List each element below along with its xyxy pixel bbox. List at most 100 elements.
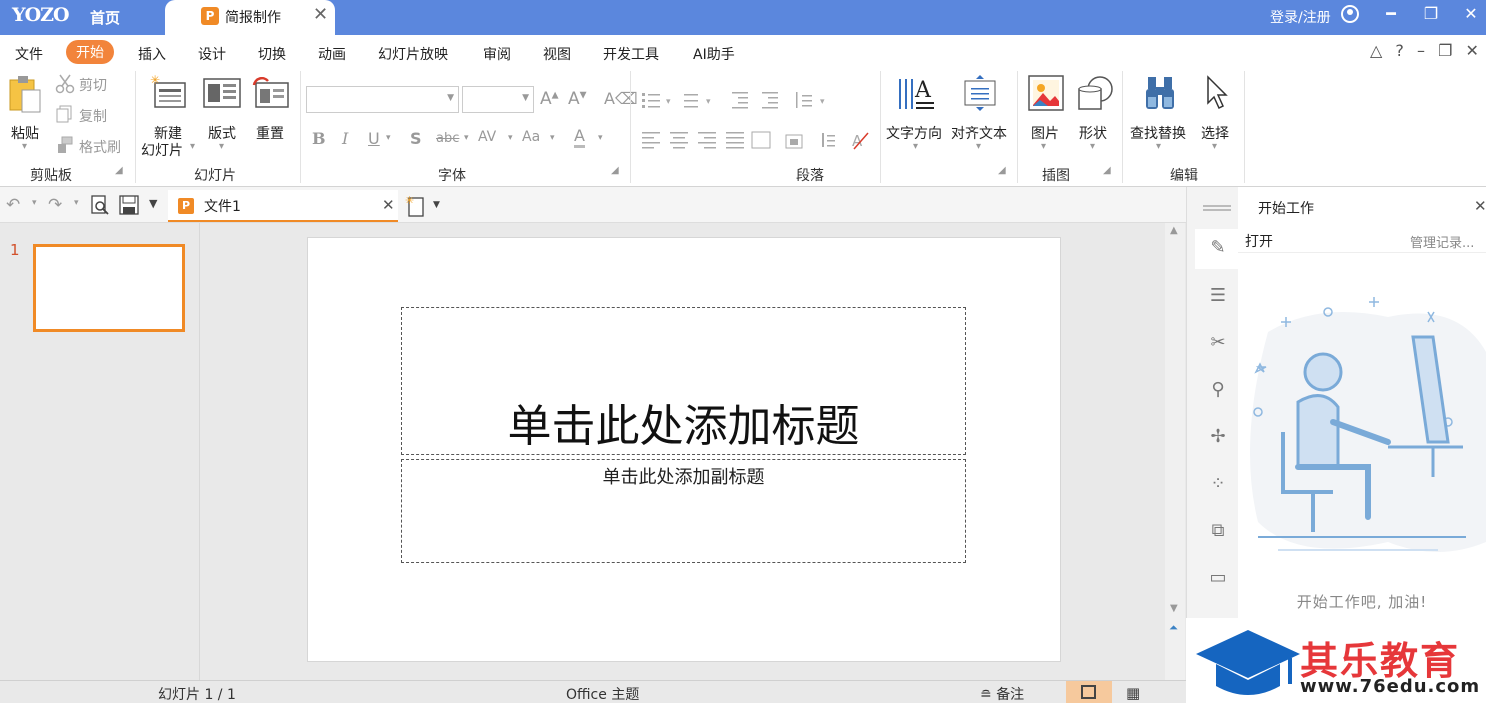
grow-font-icon[interactable]: A▲	[540, 89, 559, 109]
picture-dropdown-icon[interactable]: ▾	[1041, 141, 1046, 152]
new-document-icon[interactable]: ✳	[405, 194, 429, 218]
layout-dropdown-icon[interactable]: ▾	[219, 141, 224, 152]
chevron-down-icon[interactable]: ▾	[598, 133, 603, 143]
format-painter-icon[interactable]	[56, 136, 74, 154]
paste-icon[interactable]	[8, 74, 44, 116]
menu-home-active[interactable]: 开始	[66, 40, 114, 64]
print-preview-icon[interactable]	[90, 195, 110, 215]
layout-icon[interactable]	[203, 77, 241, 109]
format-painter-button[interactable]: 格式刷	[79, 137, 121, 157]
picture-button[interactable]: 图片	[1031, 123, 1059, 143]
collapse-ribbon-icon[interactable]: △	[1370, 41, 1382, 60]
chevron-down-icon[interactable]: ▾	[386, 133, 391, 143]
char-spacing-button[interactable]: AV	[478, 129, 496, 145]
select-cursor-icon[interactable]	[1204, 75, 1230, 111]
menu-file[interactable]: 文件	[15, 44, 43, 64]
chevron-down-icon[interactable]: ▾	[32, 198, 37, 208]
tab-close-icon[interactable]: ✕	[313, 4, 328, 25]
login-link[interactable]: 登录/注册	[1270, 7, 1331, 27]
notes-button[interactable]: ≘ 备注	[980, 684, 1024, 703]
menu-transition[interactable]: 切换	[258, 44, 286, 64]
customize-toolbar-icon[interactable]: ▼	[149, 197, 157, 210]
new-slide-dropdown-icon[interactable]: ▾	[190, 141, 195, 152]
menu-slideshow[interactable]: 幻灯片放映	[378, 44, 448, 64]
cut-icon[interactable]	[55, 74, 75, 94]
menu-developer[interactable]: 开发工具	[603, 44, 659, 64]
find-replace-button[interactable]: 查找替换	[1130, 123, 1186, 143]
select-button[interactable]: 选择	[1201, 123, 1229, 143]
align-text-icon[interactable]	[962, 75, 998, 111]
shape-button[interactable]: 形状	[1079, 123, 1107, 143]
normal-view-button[interactable]	[1066, 681, 1112, 703]
new-slide-label-2[interactable]: 幻灯片	[141, 140, 183, 160]
layout-button[interactable]: 版式	[208, 123, 236, 143]
illustration-launcher-icon[interactable]: ◢	[1103, 165, 1111, 176]
bold-button[interactable]: B	[312, 129, 326, 148]
strikethrough-button[interactable]: abc	[436, 131, 459, 146]
font-size-select[interactable]: ▼	[462, 86, 534, 113]
tools-icon[interactable]: ✂	[1207, 332, 1229, 353]
change-case-button[interactable]: Aa	[522, 129, 540, 145]
text-direction-dropdown-icon[interactable]: ▾	[913, 141, 918, 152]
chevron-down-icon[interactable]: ▼	[433, 200, 440, 210]
reset-button[interactable]: 重置	[256, 123, 284, 143]
document-tab-close-icon[interactable]: ✕	[382, 196, 395, 214]
find-replace-dropdown-icon[interactable]: ▾	[1156, 141, 1161, 152]
doc-close-icon[interactable]: ✕	[1466, 41, 1479, 60]
copy-button[interactable]: 复制	[79, 106, 107, 126]
shape-dropdown-icon[interactable]: ▾	[1090, 141, 1095, 152]
doc-minimize-icon[interactable]: –	[1417, 41, 1425, 60]
chevron-down-icon[interactable]: ▾	[464, 133, 469, 143]
crop-icon[interactable]: ⧉	[1207, 520, 1229, 541]
task-pane-close-icon[interactable]: ✕	[1474, 197, 1486, 215]
slide-thumbnail[interactable]	[33, 244, 185, 332]
chevron-down-icon[interactable]: ▾	[508, 133, 513, 143]
drag-handle[interactable]	[1203, 209, 1231, 211]
binoculars-icon[interactable]	[1142, 75, 1178, 111]
chevron-down-icon[interactable]: ▾	[550, 133, 555, 143]
help-icon[interactable]: ?	[1395, 41, 1404, 60]
menu-insert[interactable]: 插入	[138, 44, 166, 64]
underline-button[interactable]: U	[368, 129, 380, 148]
menu-design[interactable]: 设计	[198, 44, 226, 64]
tab-presentation[interactable]: P 简报制作 ✕	[165, 0, 335, 35]
menu-animation[interactable]: 动画	[318, 44, 346, 64]
menu-ai-assistant[interactable]: AI助手	[693, 44, 735, 64]
align-text-dropdown-icon[interactable]: ▾	[976, 141, 981, 152]
close-window-button[interactable]: ✕	[1460, 4, 1482, 23]
clipboard-launcher-icon[interactable]: ◢	[115, 165, 123, 176]
paste-button[interactable]: 粘贴	[11, 123, 39, 143]
shape-icon[interactable]	[1076, 75, 1114, 111]
cut-button[interactable]: 剪切	[79, 75, 107, 95]
clear-format-icon[interactable]: A⌫	[604, 89, 638, 108]
align-text-button[interactable]: 对齐文本	[951, 123, 1007, 143]
tab-home[interactable]: 首页	[90, 7, 120, 28]
reset-icon[interactable]	[252, 76, 290, 109]
doc-restore-icon[interactable]: ❐	[1438, 41, 1452, 60]
pinwheel-icon[interactable]: ✢	[1207, 426, 1229, 447]
text-direction-icon[interactable]: A	[896, 74, 936, 114]
font-family-select[interactable]: ▼	[306, 86, 459, 113]
sliders-icon[interactable]: ☰	[1207, 285, 1229, 306]
italic-button[interactable]: I	[342, 129, 348, 148]
comment-icon[interactable]: ▭	[1207, 567, 1229, 588]
menu-review[interactable]: 审阅	[483, 44, 511, 64]
menu-view[interactable]: 视图	[543, 44, 571, 64]
chevron-down-icon[interactable]: ▾	[74, 198, 79, 208]
scroll-up-icon[interactable]: ▲	[1170, 225, 1178, 236]
text-direction-button[interactable]: 文字方向	[886, 123, 942, 143]
picture-icon[interactable]	[1028, 75, 1064, 111]
copy-icon[interactable]	[56, 105, 74, 123]
text-shadow-button[interactable]: S	[410, 129, 422, 148]
pencil-icon[interactable]: ✎	[1207, 237, 1229, 258]
title-placeholder[interactable]: 单击此处添加标题	[401, 307, 966, 455]
font-launcher-icon[interactable]: ◢	[611, 165, 619, 176]
user-avatar-icon[interactable]	[1341, 5, 1359, 23]
undo-icon[interactable]: ↶	[6, 195, 20, 215]
scroll-down-icon[interactable]: ▼	[1170, 603, 1178, 614]
brush-icon[interactable]: ⚲	[1207, 379, 1229, 400]
save-icon[interactable]	[119, 195, 139, 215]
drag-handle[interactable]	[1203, 205, 1231, 207]
font-color-button[interactable]: A	[574, 127, 585, 148]
restore-button[interactable]: ❐	[1420, 4, 1442, 23]
